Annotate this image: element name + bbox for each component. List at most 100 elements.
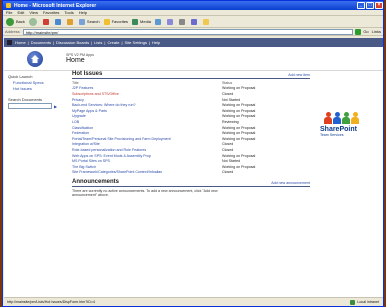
history-button[interactable] [154, 18, 163, 25]
issue-status: Working on Proposal [222, 114, 256, 119]
nav-home[interactable]: Home [15, 40, 26, 45]
mail-button[interactable] [166, 18, 175, 25]
table-row: Upgrade Working on Proposal [72, 114, 310, 120]
nav-documents[interactable]: Documents [31, 40, 51, 45]
issue-status: Working on Proposal [222, 136, 256, 141]
quick-launch: Quick Launch Functional Specs Hot Issues… [4, 71, 66, 109]
brand-tagline: Team Services [320, 133, 344, 137]
toolbar: Back Search Favorites Media [3, 16, 383, 28]
edit-icon [190, 18, 197, 25]
print-button[interactable] [178, 18, 187, 25]
issue-status: Working on Proposal [222, 164, 256, 169]
column-status[interactable]: Status [222, 81, 310, 85]
issue-title-link[interactable]: The Big Switch [72, 165, 222, 169]
announcements-empty-text: There are currently no active announceme… [72, 189, 218, 198]
back-arrow-icon [6, 17, 14, 26]
issue-title-link[interactable]: LOB [72, 120, 222, 124]
stop-icon [42, 18, 49, 25]
minimize-button[interactable]: _ [357, 2, 365, 9]
quick-launch-functional-specs[interactable]: Functional Specs [8, 80, 66, 85]
table-row: Classification Working on Proposal [72, 125, 310, 131]
add-new-announcement-link[interactable]: Add new announcement [271, 181, 310, 185]
issue-status: Closed [222, 142, 234, 147]
forward-button[interactable] [28, 17, 39, 26]
go-button[interactable]: Go [355, 28, 369, 35]
site-header: SPS V2 PM Apps Home [4, 47, 383, 71]
column-title[interactable]: Title [72, 81, 222, 85]
edit-button[interactable] [190, 18, 199, 25]
maximize-button[interactable]: □ [366, 2, 374, 9]
nav-create[interactable]: Create [107, 40, 119, 45]
issue-title-link[interactable]: Back-end Services: Where do they run? [72, 103, 222, 107]
hot-issues-title: Hot Issues [72, 71, 103, 77]
nav-discussion-boards[interactable]: Discussion Boards [56, 40, 89, 45]
issue-title-link[interactable]: MyPage Apps & Parts [72, 109, 222, 113]
search-documents-label: Search Documents [8, 97, 43, 102]
issue-title-link[interactable]: Site Framework/Categories/SharePoint Con… [72, 170, 222, 174]
favorites-button[interactable]: Favorites [103, 18, 128, 25]
issue-title-link[interactable]: Privacy [72, 98, 222, 102]
menu-view[interactable]: View [29, 10, 38, 15]
quick-launch-header: Quick Launch [8, 74, 33, 79]
issue-title-link[interactable]: Role-based personalization and Role Feat… [72, 148, 222, 152]
forward-arrow-icon [28, 17, 37, 26]
issue-title-link[interactable]: Subscriptions and STS/Office [72, 92, 222, 96]
issue-status: Not Started [222, 97, 241, 102]
links-button[interactable]: Links [372, 29, 381, 34]
home-icon [66, 18, 73, 25]
table-row: Integration w/Site Closed [72, 142, 310, 148]
table-row: Federation Working on Proposal [72, 130, 310, 136]
star-icon [103, 18, 110, 25]
issue-title-link[interactable]: Portal/Team/Personal Site Provisioning a… [72, 137, 222, 141]
folder-icon [202, 18, 209, 25]
address-bar: Address http://mainsite/pm/ Go Links [3, 28, 383, 36]
folder-button[interactable] [202, 18, 211, 25]
menu-favorites[interactable]: Favorites [43, 10, 59, 15]
table-row: LOB Reviewing [72, 119, 310, 125]
menu-tools[interactable]: Tools [64, 10, 73, 15]
media-button[interactable]: Media [132, 18, 151, 25]
hot-issues-list: Title Status J2P Features Working on Prop… [72, 80, 310, 175]
intranet-icon [350, 299, 356, 305]
hot-issues-column-headers: Title Status [72, 80, 310, 86]
table-row: Back-end Services: Where do they run? Wor… [72, 102, 310, 108]
history-icon [154, 18, 161, 25]
sharepoint-brand: SharePoint Team Services [320, 112, 380, 137]
window-title: Home - Microsoft Internet Explorer [14, 2, 97, 9]
issue-title-link[interactable]: Classification [72, 126, 222, 130]
menu-file[interactable]: File [6, 10, 12, 15]
menu-edit[interactable]: Edit [17, 10, 24, 15]
issue-title-link[interactable]: Integration w/Site [72, 142, 222, 146]
announcements-header: Announcements Add new announcement [72, 179, 310, 188]
top-navigation: Home | Documents | Discussion Boards | List… [4, 38, 383, 47]
close-button[interactable]: × [375, 2, 383, 9]
table-row: The Big Switch Working on Proposal [72, 164, 310, 170]
add-new-item-link[interactable]: Add new item [288, 73, 310, 77]
issue-status: Closed [222, 170, 234, 175]
nav-site-settings[interactable]: Site Settings [125, 40, 147, 45]
search-icon [78, 18, 85, 25]
table-row: MyPage Apps & Parts Working on Proposal [72, 108, 310, 114]
quick-launch-hot-issues[interactable]: Hot Issues [8, 86, 66, 91]
nav-lists[interactable]: Lists [94, 40, 102, 45]
address-input[interactable]: http://mainsite/pm/ [22, 28, 354, 35]
site-logo-icon[interactable] [27, 50, 43, 67]
issue-title-link[interactable]: Upgrade [72, 114, 222, 118]
nav-help[interactable]: Help [152, 40, 160, 45]
stop-button[interactable] [42, 18, 51, 25]
issue-title-link[interactable]: MS Portal Sites on SPS [72, 159, 222, 163]
refresh-button[interactable] [54, 18, 63, 25]
back-button[interactable]: Back [6, 17, 25, 26]
ie-icon [6, 3, 11, 8]
search-button[interactable]: Search [78, 18, 100, 25]
search-go-icon[interactable]: ▶ [54, 104, 57, 109]
table-row: J2P Features Working on Proposal [72, 86, 310, 92]
home-button[interactable] [66, 18, 75, 25]
issue-title-link[interactable]: J2P Features [72, 86, 222, 90]
table-row: Site Framework/Categories/SharePoint Con… [72, 170, 310, 176]
issue-title-link[interactable]: Federation [72, 131, 222, 135]
brand-name: SharePoint [320, 126, 357, 133]
search-input[interactable] [8, 103, 52, 109]
issue-title-link[interactable]: Web Apps on SPS: Event Mods & Assembly P… [72, 154, 222, 158]
menu-help[interactable]: Help [79, 10, 87, 15]
